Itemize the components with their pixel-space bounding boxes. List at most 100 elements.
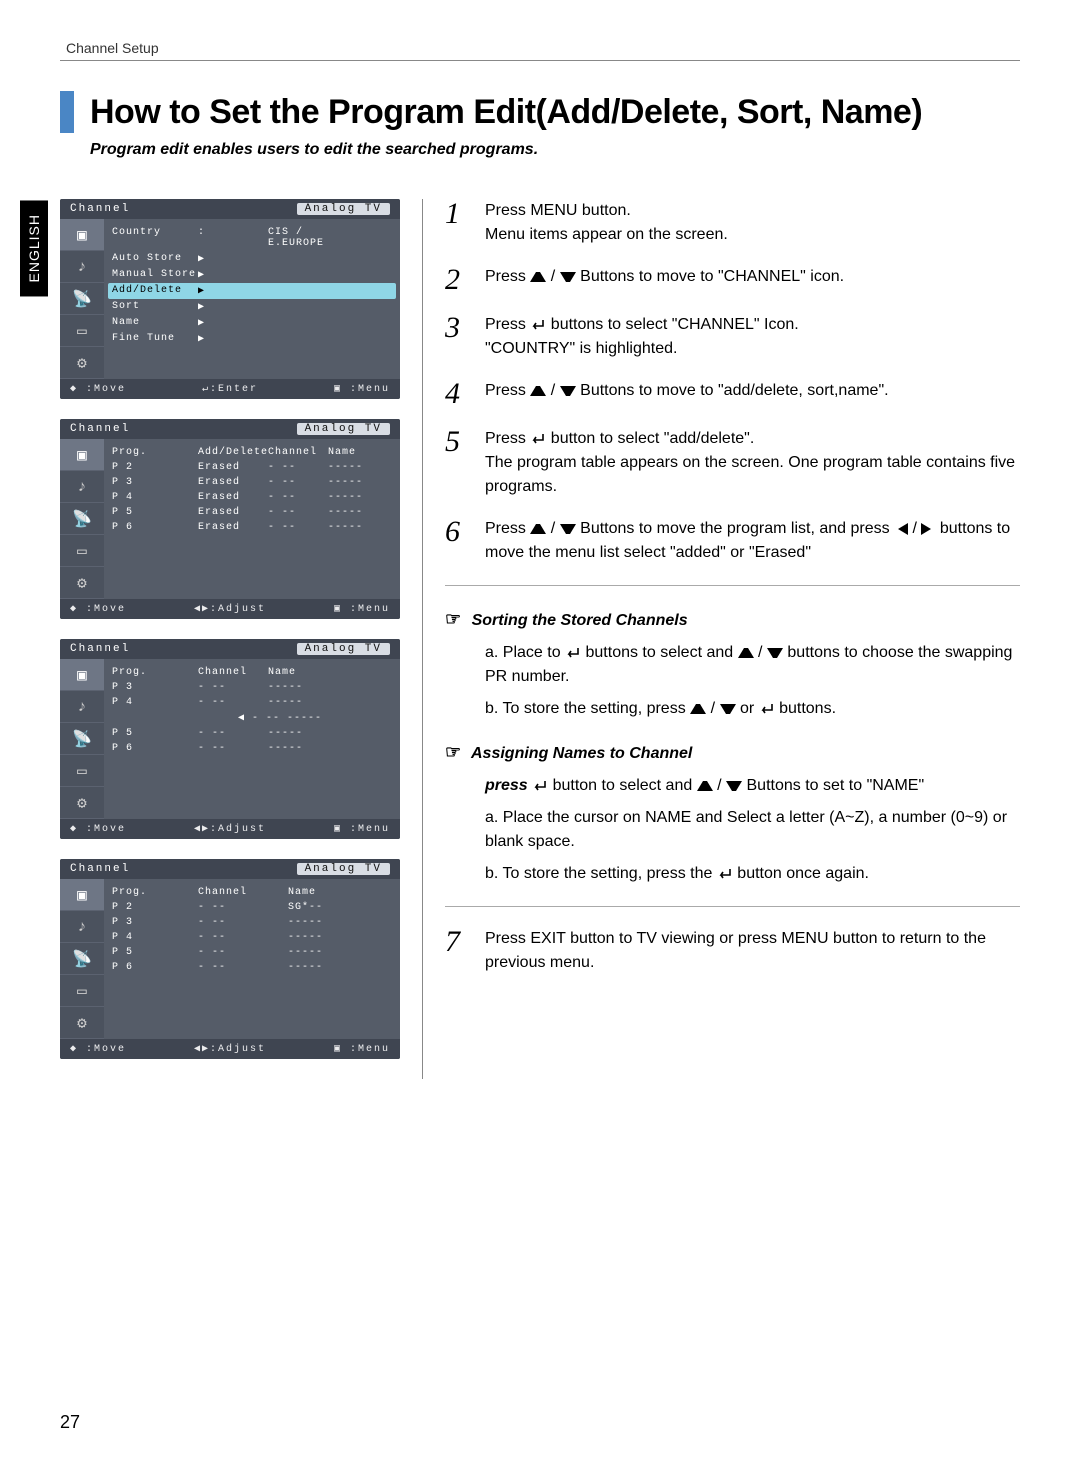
step-5a-pre: Press	[485, 430, 530, 447]
channel-icon: 📡	[60, 503, 104, 535]
assign-press-pre: press	[485, 777, 532, 794]
feature-icon: ▭	[60, 315, 104, 347]
table-row: P 5- -------	[108, 726, 396, 741]
step-5b: The program table appears on the screen.…	[485, 454, 1015, 495]
note-icon: ☞	[445, 739, 461, 766]
picture-icon: ▣	[60, 219, 104, 251]
osd-mode: Analog TV	[297, 643, 390, 655]
feature-icon: ▭	[60, 535, 104, 567]
osd-menu-row: Country:CIS / E.EUROPE	[108, 225, 396, 251]
footer-menu: ▣ :Menu	[334, 603, 390, 615]
table-row: P 3Erased- -------	[108, 475, 396, 490]
down-arrow-icon	[560, 386, 576, 396]
assign-press-mid: button to select and	[553, 777, 697, 794]
subtitle: Program edit enables users to edit the s…	[90, 141, 1020, 159]
assign-press-post: Buttons to set to "NAME"	[747, 777, 925, 794]
up-arrow-icon	[530, 272, 546, 282]
footer-menu: ▣ :Menu	[334, 1043, 390, 1055]
step-3a-post: buttons to select "CHANNEL" Icon.	[551, 316, 799, 333]
table-row: P 6- -------	[108, 960, 396, 975]
table-header: Prog.Add/DeleteChannelName	[108, 445, 396, 460]
table-row: P 3- -------	[108, 680, 396, 695]
step-6-mid: Buttons to move the program list, and pr…	[580, 520, 894, 537]
sound-icon: ♪	[60, 251, 104, 283]
picture-icon: ▣	[60, 879, 104, 911]
up-arrow-icon	[697, 781, 713, 791]
osd-sort: Channel Analog TV ▣ ♪ 📡 ▭ ⚙ Prog.Channel…	[60, 639, 400, 839]
rule	[445, 585, 1020, 586]
step-3: 3 Press buttons to select "CHANNEL" Icon…	[445, 313, 1020, 361]
step-4: 4 Press / Buttons to move to "add/delete…	[445, 379, 1020, 409]
footer-adjust: ◀▶:Adjust	[194, 1043, 266, 1055]
sound-icon: ♪	[60, 911, 104, 943]
vertical-divider	[422, 199, 423, 1079]
down-arrow-icon	[726, 781, 742, 791]
osd-title: Channel	[70, 423, 130, 435]
up-arrow-icon	[530, 386, 546, 396]
osd-channel-menu: Channel Analog TV ▣ ♪ 📡 ▭ ⚙ Country:CIS …	[60, 199, 400, 399]
osd-menu-row: Add/Delete▶	[108, 283, 396, 299]
down-arrow-icon	[720, 704, 736, 714]
left-arrow-icon	[894, 523, 908, 535]
assign-b-post: button once again.	[737, 865, 869, 882]
swap-row: ◀ - -- -----	[108, 710, 396, 726]
osd-menu-row: Sort▶	[108, 299, 396, 315]
step-number: 1	[445, 199, 485, 247]
down-arrow-icon	[767, 648, 783, 658]
channel-icon: 📡	[60, 283, 104, 315]
enter-icon	[530, 313, 546, 337]
assign-a: a. Place the cursor on NAME and Select a…	[485, 806, 1020, 854]
enter-icon	[759, 697, 775, 721]
sort-a: a. Place to buttons to select and / butt…	[485, 641, 1020, 689]
osd-mode: Analog TV	[297, 203, 390, 215]
setup-icon: ⚙	[60, 567, 104, 599]
step-number: 3	[445, 313, 485, 361]
step-number: 5	[445, 427, 485, 499]
note-icon: ☞	[445, 606, 461, 633]
footer-menu: ▣ :Menu	[334, 823, 390, 835]
step-2: 2 Press / Buttons to move to "CHANNEL" i…	[445, 265, 1020, 295]
step-2-pre: Press	[485, 268, 530, 285]
footer-move: ◆ :Move	[70, 383, 126, 395]
table-row: P 2- --SG*--	[108, 900, 396, 915]
down-arrow-icon	[560, 272, 576, 282]
feature-icon: ▭	[60, 975, 104, 1007]
table-row: P 6- -------	[108, 741, 396, 756]
osd-title: Channel	[70, 203, 130, 215]
picture-icon: ▣	[60, 659, 104, 691]
table-row: P 4- -------	[108, 930, 396, 945]
assign-head-text: Assigning Names to Channel	[471, 745, 692, 762]
step-4-pre: Press	[485, 382, 530, 399]
footer-move: ◆ :Move	[70, 603, 126, 615]
language-tab: ENGLISH	[20, 200, 48, 296]
sound-icon: ♪	[60, 471, 104, 503]
osd-title: Channel	[70, 863, 130, 875]
section-header: Channel Setup	[66, 40, 1020, 56]
step-4-post: Buttons to move to "add/delete, sort,nam…	[580, 382, 888, 399]
channel-icon: 📡	[60, 723, 104, 755]
step-5a-post: button to select "add/delete".	[551, 430, 755, 447]
enter-icon	[565, 641, 581, 665]
sort-b-pre: b. To store the setting, press	[485, 700, 690, 717]
step-1-line1: Press MENU button.	[485, 202, 631, 219]
osd-add-delete: Channel Analog TV ▣ ♪ 📡 ▭ ⚙ Prog.Add/Del…	[60, 419, 400, 619]
setup-icon: ⚙	[60, 347, 104, 379]
sorting-heading: ☞ Sorting the Stored Channels	[445, 606, 1020, 633]
feature-icon: ▭	[60, 755, 104, 787]
enter-icon	[717, 862, 733, 886]
table-header: Prog.ChannelName	[108, 885, 396, 900]
setup-icon: ⚙	[60, 1007, 104, 1039]
table-row: P 5- -------	[108, 945, 396, 960]
picture-icon: ▣	[60, 439, 104, 471]
enter-icon	[532, 774, 548, 798]
step-3a-pre: Press	[485, 316, 530, 333]
step-number: 4	[445, 379, 485, 409]
footer-enter: ↵:Enter	[202, 383, 258, 395]
footer-adjust: ◀▶:Adjust	[194, 603, 266, 615]
footer-adjust: ◀▶:Adjust	[194, 823, 266, 835]
step-6: 6 Press / Buttons to move the program li…	[445, 517, 1020, 565]
osd-menu-row: Manual Store▶	[108, 267, 396, 283]
footer-move: ◆ :Move	[70, 1043, 126, 1055]
assign-b: b. To store the setting, press the butto…	[485, 862, 1020, 886]
sort-b: b. To store the setting, press / or butt…	[485, 697, 1020, 721]
